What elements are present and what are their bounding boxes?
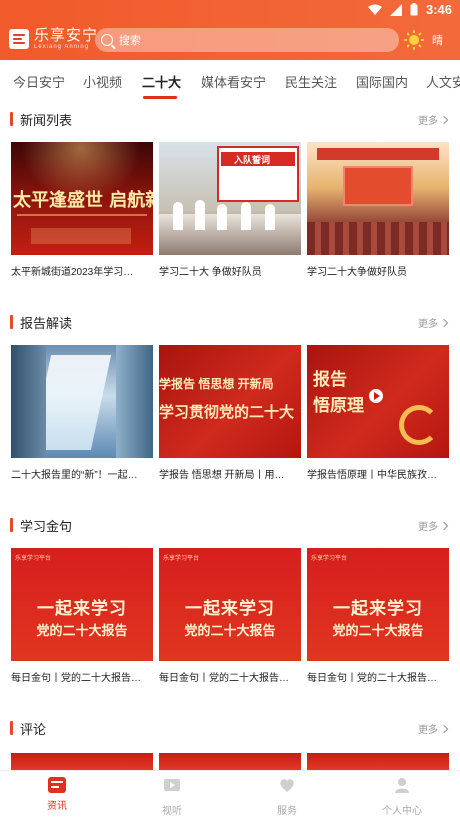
thumbnail-overlay-text: 悟原理	[313, 396, 364, 416]
section-title: 学习金句	[20, 519, 73, 534]
nav-label: 资讯	[47, 801, 67, 812]
thumbnail-overlay-text: 太平逢盛世 启航新征程	[13, 190, 153, 211]
video-icon	[164, 779, 180, 791]
thumbnail-overlay-text: 党的二十大报告	[332, 623, 424, 638]
thumbnail-overlay-text: 一起来学习	[333, 599, 423, 619]
thumbnail-overlay-text: 学习贯彻党的二十大	[159, 403, 295, 421]
chevron-right-icon	[439, 318, 449, 328]
chevron-right-icon	[439, 521, 449, 531]
section-report-reading: 报告解读 更多	[0, 312, 460, 332]
logo-icon	[9, 29, 29, 49]
nav-item-news[interactable]: 资讯	[27, 777, 87, 812]
section-news-list: 新闻列表 更多	[0, 109, 460, 129]
more-link[interactable]: 更多	[418, 315, 449, 330]
card-caption: 每日金句丨党的二十大报告…	[307, 673, 437, 684]
logo-text: 乐享安宁	[34, 27, 99, 44]
section-golden-quotes: 学习金句 更多	[0, 515, 460, 535]
nav-label: 视听	[162, 806, 182, 817]
tab-today-anning[interactable]: 今日安宁	[13, 72, 65, 91]
nav-item-video[interactable]: 视听	[142, 777, 202, 817]
news-icon	[48, 777, 66, 793]
thumbnail-tag: 乐享学习平台	[163, 556, 200, 562]
card-thumbnail: 乐享学习平台 一起来学习 党的二十大报告	[159, 548, 301, 661]
party-emblem-icon	[399, 405, 439, 445]
tab-culture[interactable]: 人文安	[426, 72, 460, 91]
card-thumbnail: 太平逢盛世 启航新征程	[11, 142, 153, 255]
section-title: 新闻列表	[20, 113, 73, 128]
thumbnail-overlay-text: 一起来学习	[37, 599, 127, 619]
card-thumbnail	[307, 142, 449, 255]
search-placeholder: 搜索	[119, 35, 141, 47]
service-icon	[280, 779, 294, 792]
search-icon	[101, 34, 113, 46]
tab-twentieth-congress[interactable]: 二十大	[142, 72, 181, 91]
card-caption: 太平新城街道2023年学习…	[11, 267, 134, 278]
more-link[interactable]: 更多	[418, 112, 449, 127]
card-thumbnail: 入队誓词	[159, 142, 301, 255]
sun-icon	[404, 30, 424, 50]
thumbnail-overlay-text: 学报告 悟思想 开新局	[159, 377, 274, 391]
card-caption: 二十大报告里的“新”！一起…	[11, 470, 138, 481]
chevron-right-icon	[439, 115, 449, 125]
card-thumbnail: 乐享学习平台 一起来学习 党的二十大报告	[307, 548, 449, 661]
card-caption: 学习二十大 争做好队员	[159, 267, 262, 278]
tab-international[interactable]: 国际国内	[356, 72, 408, 91]
chevron-right-icon	[439, 724, 449, 734]
nav-label: 个人中心	[382, 806, 422, 817]
card-thumbnail[interactable]	[159, 753, 301, 770]
card-caption: 每日金句丨党的二十大报告…	[159, 673, 289, 684]
thumbnail-tag: 乐享学习平台	[15, 556, 52, 562]
weather-widget[interactable]: 晴	[404, 30, 443, 50]
thumbnail-overlay-text: 党的二十大报告	[184, 623, 276, 638]
app-header: 3:46 乐享安宁 Lexiang Anning 搜索 晴	[0, 0, 460, 60]
card-thumbnail: 学报告 悟思想 开新局 学习贯彻党的二十大	[159, 345, 301, 458]
app-logo[interactable]: 乐享安宁 Lexiang Anning	[9, 28, 98, 50]
section-title: 报告解读	[20, 316, 73, 331]
thumbnail-overlay-text: 报告	[313, 370, 347, 390]
nav-item-service[interactable]: 服务	[257, 777, 317, 817]
tab-media-view[interactable]: 媒体看安宁	[201, 72, 266, 91]
more-link[interactable]: 更多	[418, 721, 449, 736]
wifi-icon	[367, 4, 382, 15]
card-thumbnail: 乐享学习平台 一起来学习 党的二十大报告	[11, 548, 153, 661]
card-thumbnail	[11, 345, 153, 458]
tab-short-video[interactable]: 小视频	[83, 72, 122, 91]
search-input[interactable]: 搜索	[95, 28, 399, 52]
card-caption: 学报告 悟思想 开新局丨用…	[159, 470, 285, 481]
active-tab-indicator	[143, 96, 177, 99]
logo-subtext: Lexiang Anning	[34, 44, 90, 50]
play-icon[interactable]	[369, 389, 383, 403]
weather-text: 晴	[432, 35, 443, 47]
tab-livelihood[interactable]: 民生关注	[285, 72, 337, 91]
status-time: 3:46	[425, 2, 452, 17]
thumbnail-overlay-text: 入队誓词	[234, 155, 271, 165]
thumbnail-overlay-text: 党的二十大报告	[36, 623, 128, 638]
card-caption: 每日金句丨党的二十大报告…	[11, 673, 141, 684]
more-link[interactable]: 更多	[418, 518, 449, 533]
bottom-nav: 资讯 视听 服务 个人中心	[0, 770, 460, 817]
signal-icon	[389, 3, 402, 16]
status-bar: 3:46	[0, 0, 460, 20]
battery-icon	[410, 3, 418, 16]
card-thumbnail[interactable]	[11, 753, 153, 770]
nav-label: 服务	[277, 806, 297, 817]
card-caption: 学报告悟原理丨中华民族孜…	[307, 470, 437, 481]
card-thumbnail[interactable]	[307, 753, 449, 770]
card-caption: 学习二十大争做好队员	[307, 267, 407, 278]
section-title: 评论	[20, 722, 47, 737]
thumbnail-tag: 乐享学习平台	[311, 556, 348, 562]
category-tabs: 今日安宁 小视频 二十大 媒体看安宁 民生关注 国际国内 人文安	[0, 60, 460, 100]
section-comments: 评论 更多	[0, 718, 460, 738]
person-icon	[395, 778, 409, 793]
nav-item-profile[interactable]: 个人中心	[372, 777, 432, 817]
thumbnail-overlay-text: 一起来学习	[185, 599, 275, 619]
card-thumbnail: 报告 悟原理	[307, 345, 449, 458]
